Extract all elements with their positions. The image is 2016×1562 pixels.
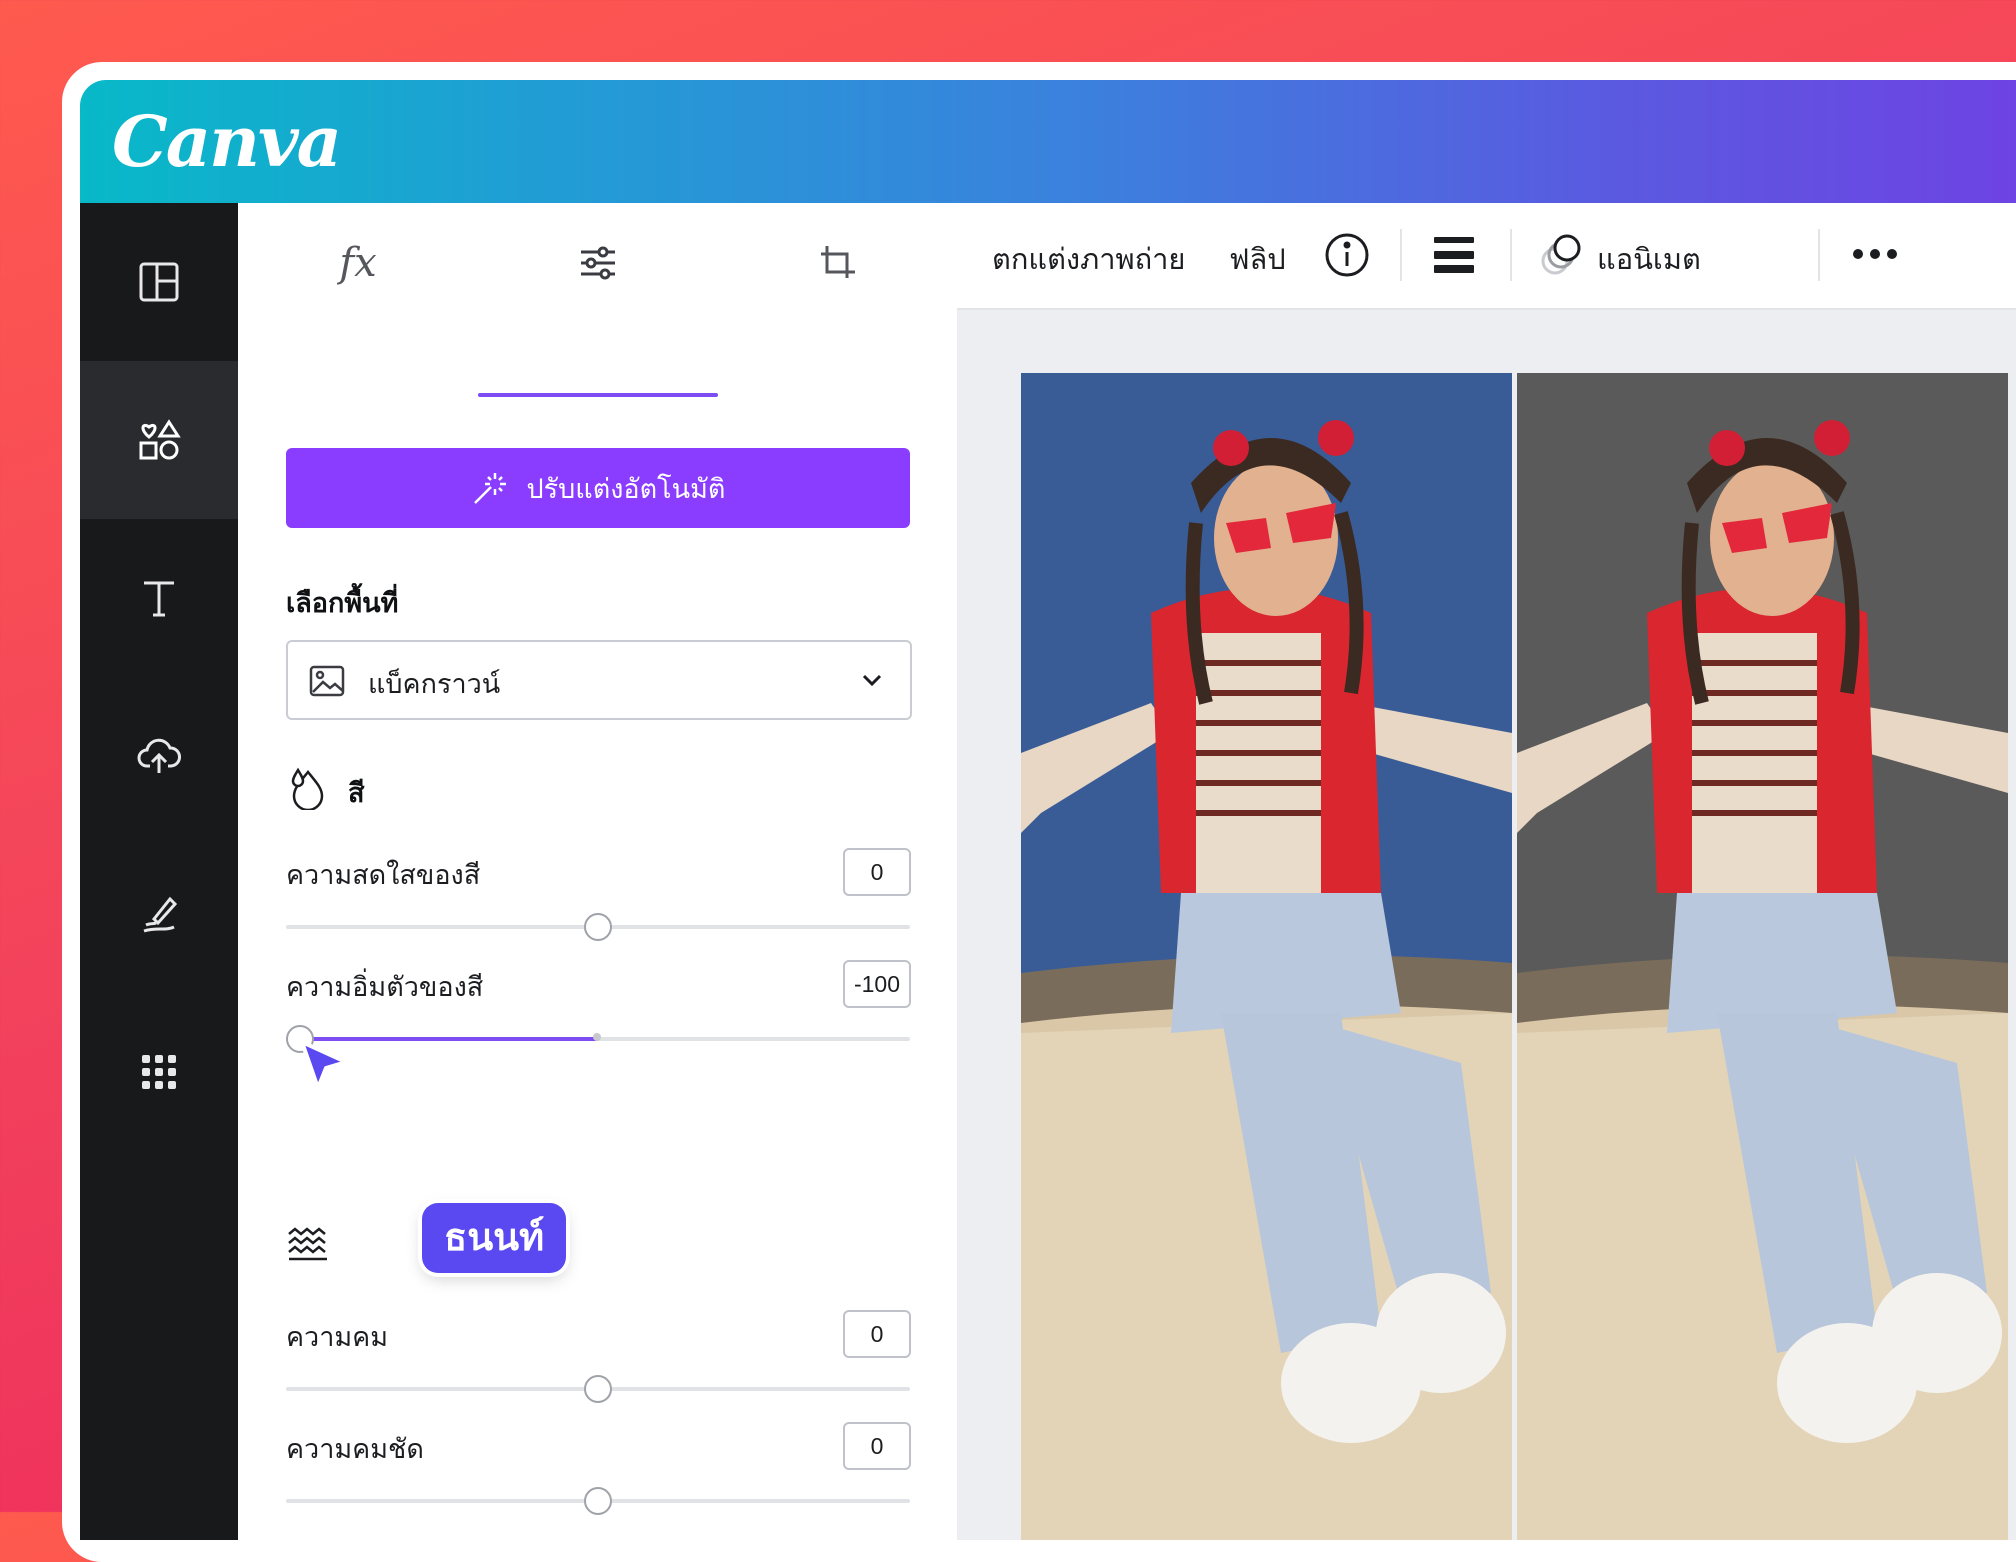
saturation-label: ความอิ่มตัวของสี	[286, 972, 484, 1002]
texture-icon	[288, 1227, 327, 1261]
photo-adjusted-image	[1517, 373, 2008, 1540]
photo-original[interactable]	[1021, 373, 1512, 1540]
canva-app-window: Canva fx ปรับแต่งอัตโนมัติ เลือกพื้นที่ …	[80, 80, 2016, 1540]
clarity-value-input[interactable]: 0	[843, 1422, 911, 1470]
toolbar-separator	[1400, 229, 1402, 281]
cloud-upload-icon	[137, 738, 181, 773]
rail-item-draw[interactable]	[80, 835, 238, 993]
chevron-down-icon	[862, 674, 882, 687]
collaborator-badge: ธนนท์	[422, 1203, 567, 1273]
auto-adjust-label: ปรับแต่งอัตโนมัติ	[526, 473, 726, 504]
effects-icon: fx	[339, 240, 377, 286]
info-icon[interactable]	[1323, 231, 1371, 279]
shapes-icon	[139, 419, 181, 460]
saturation-value-input[interactable]: -100	[843, 960, 911, 1008]
select-area-dropdown[interactable]: แบ็คกราวน์	[286, 640, 912, 720]
more-icon[interactable]	[1852, 247, 1898, 261]
tab-effects[interactable]: fx	[298, 223, 418, 303]
image-icon	[309, 665, 345, 697]
auto-adjust-button[interactable]: ปรับแต่งอัตโนมัติ	[286, 448, 910, 528]
saturation-center-mark	[593, 1033, 601, 1041]
active-tab-indicator	[478, 393, 718, 397]
tab-crop[interactable]	[778, 223, 898, 303]
brightness-label: ความสดใสของสี	[286, 860, 481, 890]
edit-photo-button[interactable]: ตกแต่งภาพถ่าย	[992, 236, 1185, 282]
rail-item-templates[interactable]	[80, 203, 238, 361]
brightness-slider-knob[interactable]	[584, 913, 612, 941]
grid-icon	[142, 1055, 176, 1089]
adjust-panel: fx ปรับแต่งอัตโนมัติ เลือกพื้นที่ แบ็คกร…	[238, 203, 959, 1540]
color-section-heading: สี	[348, 778, 365, 808]
animate-icon	[1541, 234, 1581, 275]
clarity-slider-knob[interactable]	[584, 1487, 612, 1515]
photo-adjusted[interactable]	[1517, 373, 2016, 1540]
editor-canvas-area: ตกแต่งภาพถ่าย ฟลิป แอนิเมต	[957, 203, 2016, 1540]
brightness-value-input[interactable]: 0	[843, 848, 911, 896]
animate-button[interactable]: แอนิเมต	[1597, 236, 1701, 282]
rail-item-text[interactable]	[80, 519, 238, 677]
text-icon	[144, 581, 174, 617]
top-bar: Canva	[80, 80, 2016, 203]
clarity-label: ความคมชัด	[286, 1434, 424, 1464]
rail-item-uploads[interactable]	[80, 677, 238, 835]
left-rail	[80, 203, 238, 1540]
photo-original-image	[1021, 373, 1512, 1540]
magic-wand-icon	[473, 473, 506, 504]
rail-item-elements[interactable]	[80, 361, 238, 519]
layers-icon[interactable]	[1433, 235, 1475, 275]
context-toolbar: ตกแต่งภาพถ่าย ฟลิป แอนิเมต	[957, 203, 2016, 310]
sharpness-value-input[interactable]: 0	[843, 1310, 911, 1358]
cursor-icon	[300, 1040, 348, 1090]
adjust-sliders-icon	[581, 246, 615, 280]
toolbar-separator	[1510, 229, 1512, 281]
toolbar-separator	[1818, 229, 1820, 281]
sharpness-label: ความคม	[286, 1322, 389, 1352]
flip-button[interactable]: ฟลิป	[1229, 236, 1286, 282]
rail-item-apps[interactable]	[80, 993, 238, 1151]
color-drops-icon	[291, 767, 324, 810]
draw-icon	[143, 896, 178, 933]
select-area-value: แบ็คกราวน์	[368, 669, 501, 699]
select-area-heading: เลือกพื้นที่	[286, 588, 399, 618]
crop-icon	[821, 246, 855, 278]
layout-icon	[139, 262, 179, 302]
sharpness-slider-knob[interactable]	[584, 1375, 612, 1403]
canva-logo[interactable]: Canva	[112, 100, 342, 183]
tab-adjust[interactable]	[538, 223, 658, 303]
